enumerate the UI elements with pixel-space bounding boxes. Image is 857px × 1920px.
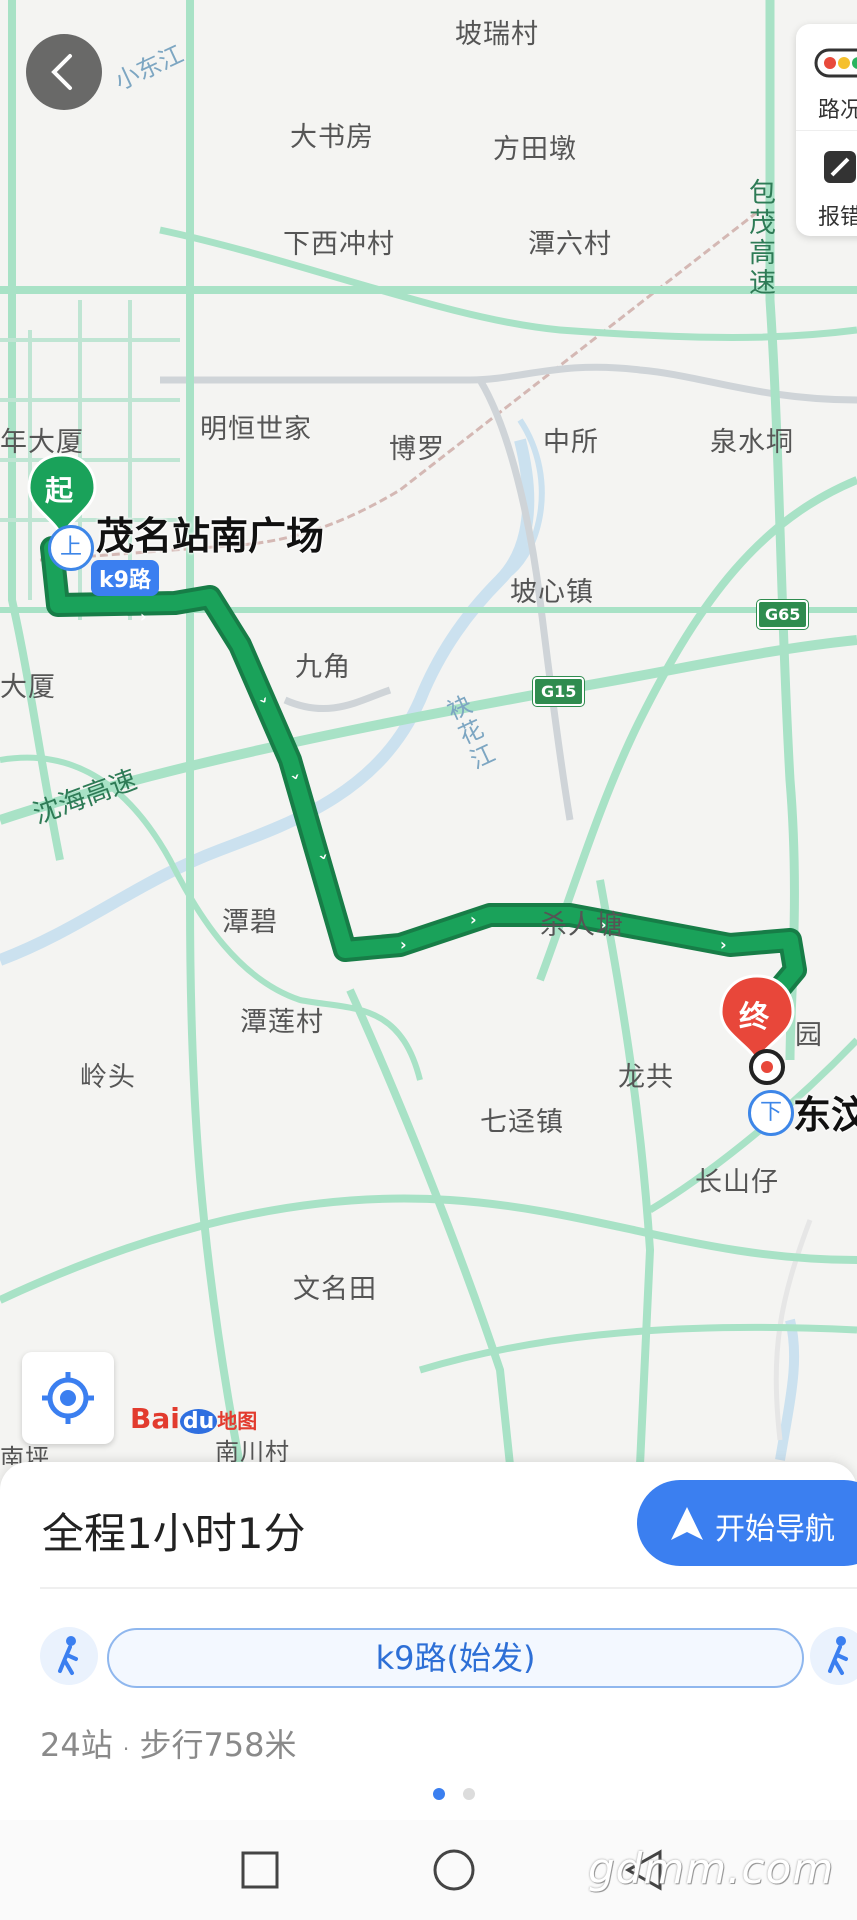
- traffic-button[interactable]: 路况: [796, 24, 857, 130]
- report-label: 报错: [818, 205, 857, 230]
- place-nanchuancun: 南川村: [215, 1438, 290, 1465]
- walk-distance: 步行758米: [139, 1726, 297, 1764]
- board-icon: 上: [48, 525, 94, 571]
- svg-text:›: ›: [720, 935, 727, 954]
- place-tanliancun: 潭莲村: [240, 1007, 324, 1038]
- map-view[interactable]: › › › › › › › › 小东江 坡瑞村 大书房 方田墩 下西冲村 潭六村…: [0, 0, 857, 1465]
- alight-icon: 下: [748, 1090, 794, 1136]
- place-boluo: 博罗: [389, 434, 445, 465]
- back-button[interactable]: [26, 34, 102, 110]
- place-poruicun: 坡瑞村: [455, 19, 539, 50]
- place-wenmingtian: 文名田: [293, 1274, 377, 1305]
- place-lingtou: 岭头: [80, 1062, 136, 1093]
- route-meta: 24站 · 步行758米: [40, 1720, 297, 1766]
- start-marker-label: 起: [45, 474, 74, 507]
- walk-start-icon: [40, 1627, 98, 1685]
- meta-separator: ·: [122, 1737, 130, 1761]
- place-poxinzhen: 坡心镇: [510, 577, 594, 608]
- page-dot: [463, 1788, 475, 1800]
- route-summary-sheet: 全程1小时1分 开始导航 k9路(始发) 24站 · 步行758米 gdmm.c…: [0, 1462, 857, 1920]
- baidu-logo: Bai du 地图: [130, 1402, 258, 1435]
- end-station-label: 东汶: [793, 1093, 857, 1137]
- stops-count: 24站: [40, 1726, 113, 1764]
- locate-icon: [42, 1372, 94, 1424]
- report-button[interactable]: 报错: [796, 131, 857, 236]
- start-station-label: 茂名站南广场: [96, 514, 325, 558]
- shield-g65: G65: [757, 600, 809, 629]
- place-fangtiandun: 方田墩: [493, 134, 577, 165]
- system-nav-bar: gdmm.com: [0, 1820, 857, 1920]
- place-jiujiao: 九角: [295, 652, 351, 683]
- place-sharentang: 杀人塘: [540, 910, 624, 941]
- svg-text:›: ›: [400, 935, 407, 954]
- map-roads: › › › › › › › ›: [0, 0, 857, 1465]
- place-minghengshijia: 明恒世家: [200, 414, 312, 445]
- locate-button[interactable]: [22, 1352, 114, 1444]
- place-dashufang: 大书房: [290, 122, 374, 153]
- place-dasha: 大厦: [0, 672, 56, 703]
- shield-g15: G15: [533, 677, 585, 706]
- navigate-arrow-icon: [671, 1507, 703, 1540]
- place-zhongsuo: 中所: [543, 427, 599, 458]
- walk-end-icon: [810, 1627, 857, 1685]
- page-dot-active: [433, 1788, 445, 1800]
- highway-label-baomao: 包茂高速: [744, 178, 775, 298]
- end-marker-label: 终: [739, 1000, 769, 1035]
- circle-icon[interactable]: [432, 1848, 476, 1892]
- total-time: 全程1小时1分: [42, 1509, 306, 1558]
- end-point-icon: [749, 1049, 785, 1085]
- svg-text:›: ›: [470, 910, 477, 929]
- place-tanliucun: 潭六村: [528, 229, 612, 260]
- place-tanbi: 潭碧: [222, 907, 278, 938]
- start-navigation-label: 开始导航: [715, 1512, 835, 1547]
- divider: [40, 1587, 857, 1589]
- traffic-label: 路况: [818, 98, 857, 123]
- route-segment-pill[interactable]: k9路(始发): [107, 1628, 804, 1688]
- start-navigation-button[interactable]: 开始导航: [637, 1480, 857, 1566]
- line-tag: k9路: [91, 560, 159, 596]
- map-tools-panel: 路况 报错: [796, 24, 857, 236]
- place-longgong: 龙共: [618, 1062, 674, 1093]
- place-quanshuiduo: 泉水垌: [710, 427, 794, 458]
- end-marker[interactable]: 终: [717, 974, 797, 1066]
- place-qijingzhen: 七迳镇: [480, 1107, 564, 1138]
- square-icon[interactable]: [240, 1850, 280, 1890]
- report-icon: [824, 151, 856, 183]
- place-changshanzai: 长山仔: [695, 1167, 779, 1198]
- watermark: gdmm.com: [588, 1844, 835, 1893]
- traffic-icon: [814, 48, 857, 78]
- place-yuan: 园: [795, 1020, 823, 1051]
- svg-text:›: ›: [140, 607, 147, 626]
- back-icon: [51, 54, 72, 90]
- start-marker[interactable]: 起: [25, 453, 99, 542]
- place-xiaxichongcun: 下西冲村: [283, 229, 395, 260]
